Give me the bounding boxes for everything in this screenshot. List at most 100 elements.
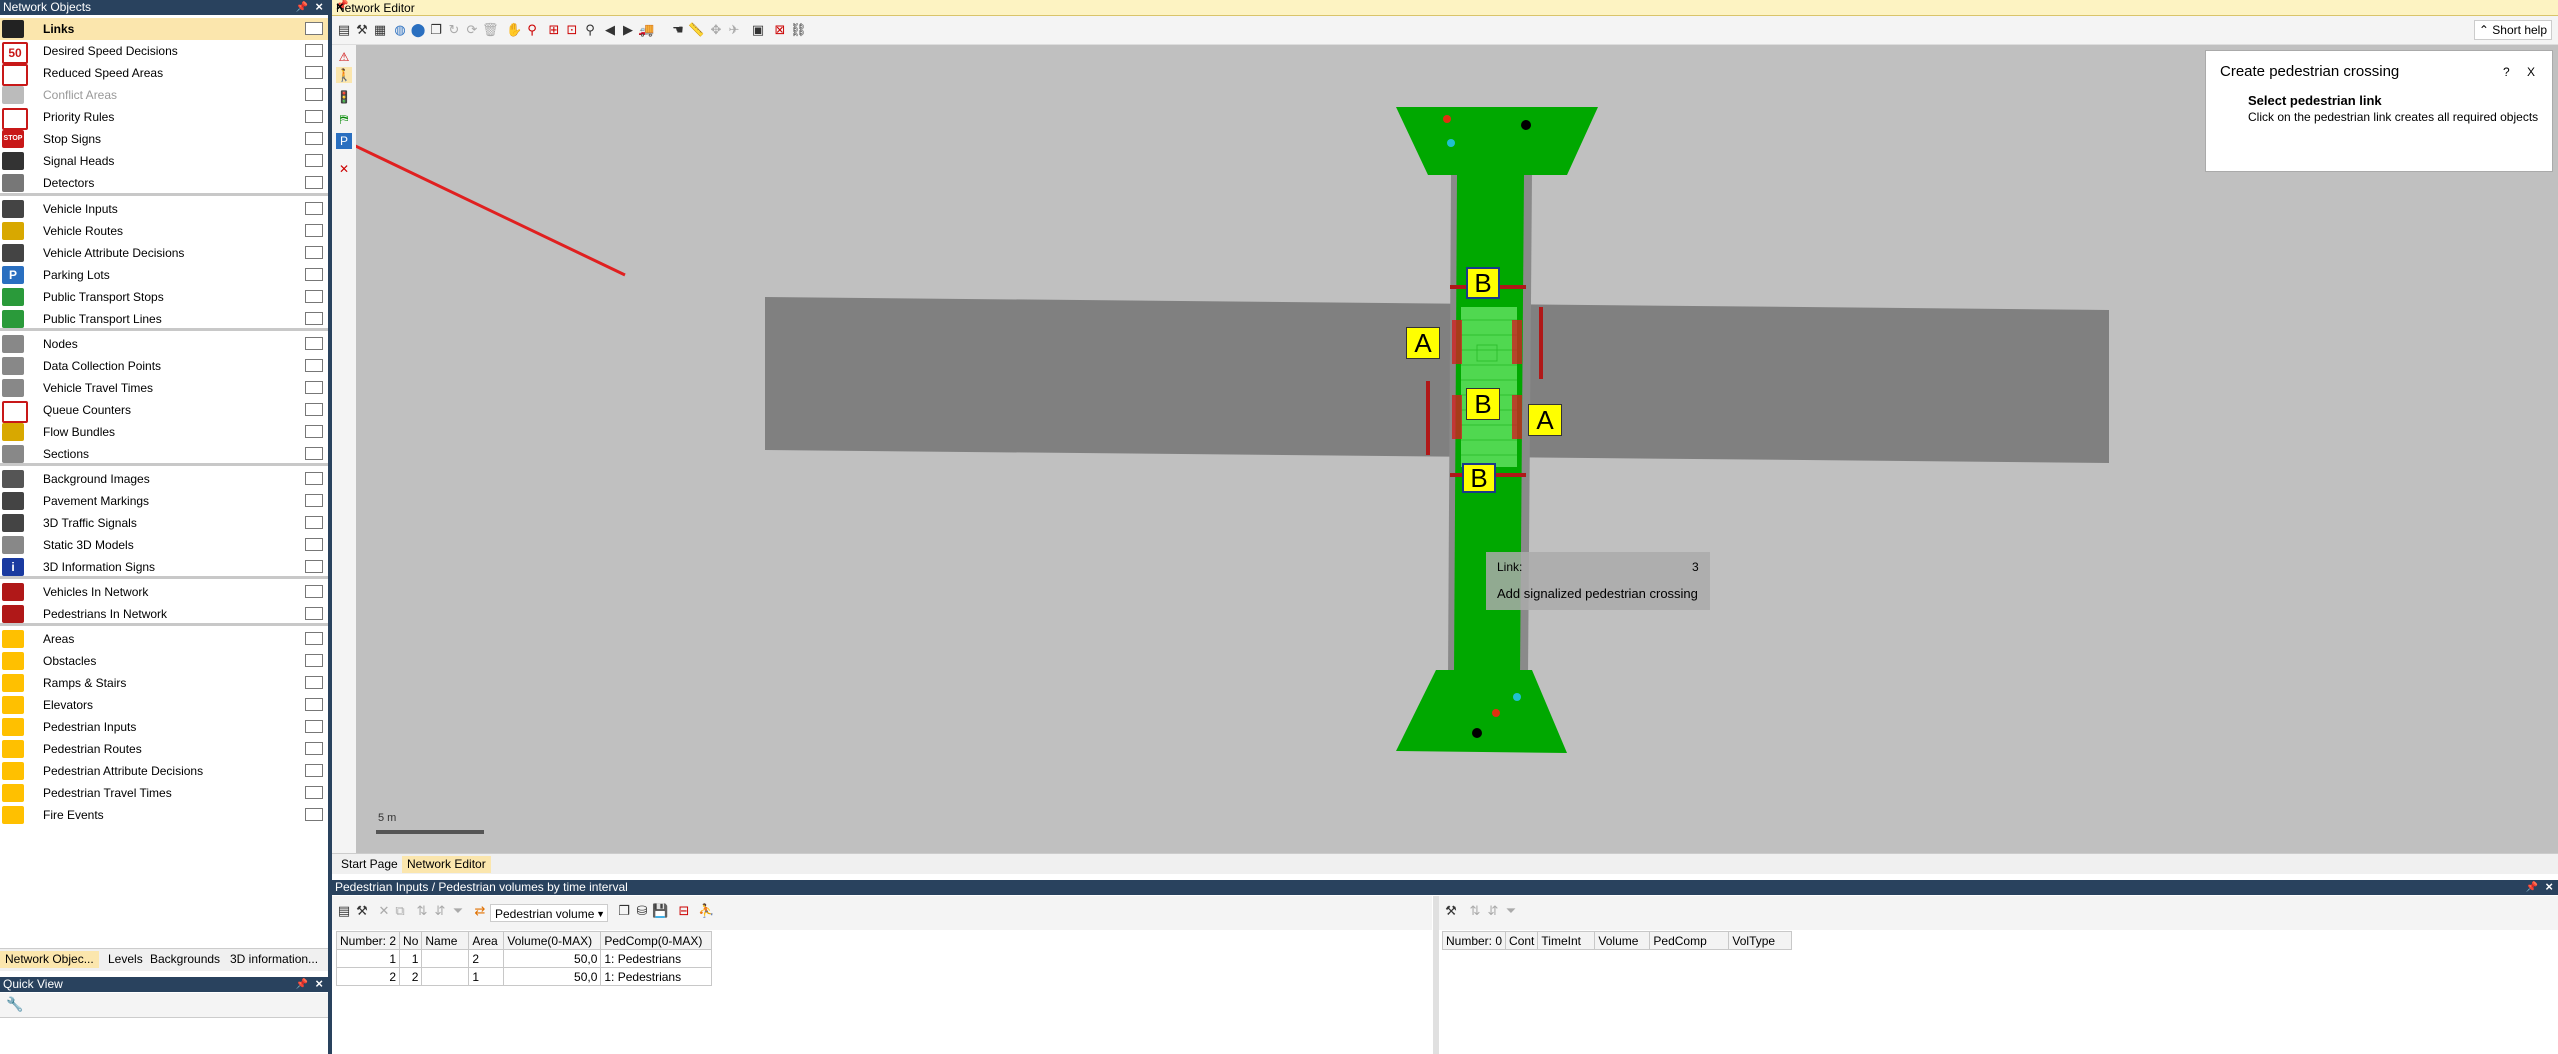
- sort-descending-icon[interactable]: ⇵: [432, 903, 448, 919]
- sidebar-item-pedestrian-inputs[interactable]: Pedestrian Inputs: [0, 716, 328, 738]
- sidebar-item-pedestrian-travel-times[interactable]: Pedestrian Travel Times: [0, 782, 328, 804]
- sidebar-item-3d-information-signs[interactable]: i 3D Information Signs: [0, 556, 328, 578]
- sidebar-item-sections[interactable]: Sections: [0, 443, 328, 465]
- sidebar-item-pedestrian-attribute-decisions[interactable]: Pedestrian Attribute Decisions: [0, 760, 328, 782]
- cell-area[interactable]: 2: [468, 949, 505, 968]
- col-cont[interactable]: Cont: [1505, 931, 1539, 950]
- parking-icon[interactable]: P: [336, 133, 352, 149]
- pedestrian-area-icon[interactable]: ⛿: [336, 111, 352, 127]
- cell-name[interactable]: [421, 949, 470, 968]
- col-no[interactable]: No: [399, 931, 423, 950]
- display-style-swatch[interactable]: [305, 764, 323, 777]
- network-icon[interactable]: ⛓: [790, 22, 807, 38]
- col-number[interactable]: Number: 2: [335, 931, 401, 950]
- database-icon[interactable]: ⛁: [634, 903, 650, 919]
- sidebar-item-vehicle-inputs[interactable]: Vehicle Inputs: [0, 198, 328, 220]
- warning-icon[interactable]: ⚠: [336, 49, 352, 65]
- sync-relation-icon[interactable]: ⇄: [472, 903, 488, 919]
- conflict-area[interactable]: [1452, 395, 1462, 439]
- display-style-swatch[interactable]: [305, 742, 323, 755]
- display-style-swatch[interactable]: [305, 560, 323, 573]
- marker-a-right[interactable]: A: [1528, 404, 1562, 436]
- sidebar-item-conflict-areas[interactable]: Conflict Areas: [0, 84, 328, 106]
- close-icon[interactable]: ×: [315, 0, 323, 14]
- display-style-swatch[interactable]: [305, 246, 323, 259]
- marker-b-middle[interactable]: B: [1466, 388, 1500, 420]
- copy-icon[interactable]: ❐: [616, 903, 632, 919]
- sidebar-item-pavement-markings[interactable]: Pavement Markings: [0, 490, 328, 512]
- cell-pedcomp[interactable]: 1: Pedestrians: [600, 949, 713, 968]
- display-style-swatch[interactable]: [305, 632, 323, 645]
- tab-start-page[interactable]: Start Page: [336, 856, 403, 873]
- sidebar-item-public-transport-lines[interactable]: Public Transport Lines: [0, 308, 328, 330]
- sidebar-item-obstacles[interactable]: Obstacles: [0, 650, 328, 672]
- display-style-swatch[interactable]: [305, 154, 323, 167]
- display-style-swatch[interactable]: [305, 268, 323, 281]
- table-row[interactable]: 2 2 1 50,0 1: Pedestrians: [335, 967, 713, 986]
- pin-icon[interactable]: 📌: [296, 977, 308, 992]
- pin-icon[interactable]: 📌: [2526, 880, 2538, 895]
- cell-no[interactable]: 1: [399, 949, 423, 968]
- duplicate-icon[interactable]: ⧉: [392, 903, 408, 919]
- help-button[interactable]: ?: [2503, 65, 2510, 79]
- nodes-icon[interactable]: ✕: [336, 161, 352, 177]
- sidebar-item-flow-bundles[interactable]: Flow Bundles: [0, 421, 328, 443]
- arrow-forward-icon[interactable]: ▶: [620, 22, 636, 38]
- display-style-swatch[interactable]: [305, 290, 323, 303]
- display-style-swatch[interactable]: [305, 88, 323, 101]
- display-style-swatch[interactable]: [305, 44, 323, 57]
- sort-ascending-icon[interactable]: ⇅: [414, 903, 430, 919]
- marker-b-top[interactable]: B: [1466, 267, 1500, 299]
- sidebar-item-desired-speed-decisions[interactable]: 50 Desired Speed Decisions: [0, 40, 328, 64]
- col-volume[interactable]: Volume: [1594, 931, 1651, 950]
- sort-descending-icon[interactable]: ⇵: [1485, 903, 1501, 919]
- delete-icon[interactable]: ✕: [376, 903, 392, 919]
- col-volume[interactable]: Volume(0-MAX): [503, 931, 602, 950]
- zoom-extents-icon[interactable]: ⊞: [546, 22, 562, 38]
- display-style-swatch[interactable]: [305, 22, 323, 35]
- tab-backgrounds[interactable]: Backgrounds: [145, 951, 225, 968]
- display-style-swatch[interactable]: [305, 607, 323, 620]
- wrench-icon[interactable]: ⚒: [1443, 903, 1459, 919]
- pedestrian-filter-icon[interactable]: ⛹: [698, 903, 714, 919]
- sidebar-item-vehicle-routes[interactable]: Vehicle Routes: [0, 220, 328, 242]
- col-timeint[interactable]: TimeInt: [1537, 931, 1596, 950]
- cell-pedcomp[interactable]: 1: Pedestrians: [600, 967, 713, 986]
- display-style-swatch[interactable]: [305, 425, 323, 438]
- short-help-button[interactable]: ⌃ Short help: [2473, 20, 2552, 40]
- tab-network-editor[interactable]: Network Editor: [402, 856, 491, 873]
- display-style-swatch[interactable]: [305, 676, 323, 689]
- sidebar-item-priority-rules[interactable]: Priority Rules: [0, 106, 328, 130]
- sidebar-item-queue-counters[interactable]: Queue Counters: [0, 399, 328, 423]
- display-style-swatch[interactable]: [305, 132, 323, 145]
- col-voltype[interactable]: VolType: [1728, 931, 1793, 950]
- export-icon[interactable]: ⊟: [676, 903, 692, 919]
- wrench-icon[interactable]: 🔧: [6, 996, 23, 1013]
- flow-icon[interactable]: ✥: [708, 22, 724, 38]
- relation-dropdown[interactable]: Pedestrian volume ▼: [490, 904, 608, 922]
- wrench-icon[interactable]: ⚒: [354, 22, 370, 38]
- col-name[interactable]: Name: [421, 931, 470, 950]
- display-style-swatch[interactable]: [305, 654, 323, 667]
- close-icon[interactable]: ×: [336, 0, 2553, 14]
- trash-icon[interactable]: 🗑: [482, 22, 499, 38]
- measure-icon[interactable]: 📏: [688, 22, 704, 38]
- cell-volume[interactable]: 50,0: [503, 967, 602, 986]
- tab-levels[interactable]: Levels: [103, 951, 148, 968]
- sidebar-item-elevators[interactable]: Elevators: [0, 694, 328, 716]
- display-style-swatch[interactable]: [305, 698, 323, 711]
- sidebar-item-vehicle-travel-times[interactable]: Vehicle Travel Times: [0, 377, 328, 399]
- layout-menu-icon[interactable]: ▤: [336, 22, 352, 38]
- layout-menu-icon[interactable]: ▤: [336, 903, 352, 919]
- col-area[interactable]: Area: [468, 931, 505, 950]
- sidebar-item-vehicle-attribute-decisions[interactable]: Vehicle Attribute Decisions: [0, 242, 328, 264]
- cell-area[interactable]: 1: [468, 967, 505, 986]
- tab-3d-information[interactable]: 3D information...: [225, 951, 323, 968]
- cell-volume[interactable]: 50,0: [503, 949, 602, 968]
- sidebar-item-stop-signs[interactable]: STOP Stop Signs: [0, 128, 328, 150]
- pedestrian-area-top[interactable]: [1396, 107, 1598, 175]
- close-icon[interactable]: ×: [315, 976, 323, 991]
- sidebar-item-fire-events[interactable]: Fire Events: [0, 804, 328, 826]
- arrow-back-icon[interactable]: ◀: [602, 22, 618, 38]
- close-icon[interactable]: ×: [2545, 879, 2553, 894]
